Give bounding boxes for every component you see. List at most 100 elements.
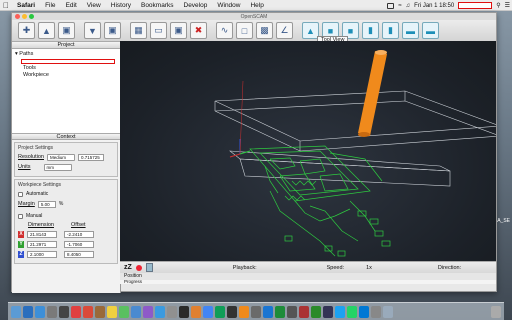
angle-tool-button[interactable]: ∠ bbox=[276, 22, 293, 39]
messages-icon[interactable] bbox=[119, 305, 129, 318]
finder-icon[interactable] bbox=[11, 305, 21, 318]
menu-edit[interactable]: Edit bbox=[61, 2, 82, 9]
toggle-tool-button[interactable]: ▭ bbox=[150, 22, 167, 39]
excel-icon[interactable] bbox=[275, 305, 285, 318]
tree-item-workpiece[interactable]: Workpiece bbox=[15, 72, 117, 79]
view-left-button[interactable]: ▮ bbox=[362, 22, 379, 39]
menu-history[interactable]: History bbox=[106, 2, 136, 9]
battery-icon[interactable] bbox=[387, 2, 395, 9]
contacts-icon[interactable] bbox=[95, 305, 105, 318]
notes-icon[interactable] bbox=[107, 305, 117, 318]
record-button[interactable] bbox=[135, 264, 142, 271]
automatic-radio[interactable] bbox=[18, 191, 23, 197]
view-top-button[interactable]: ▬ bbox=[402, 22, 419, 39]
floppy-disk-icon: ▣ bbox=[62, 25, 71, 35]
y-offset-field[interactable]: -1.7060 bbox=[64, 240, 94, 248]
twitter-icon[interactable] bbox=[335, 305, 345, 318]
project-header: Project bbox=[12, 42, 120, 49]
redacted-user-box bbox=[458, 2, 493, 9]
zoom-window-button[interactable] bbox=[29, 14, 34, 19]
z-offset-field[interactable]: 8.4050 bbox=[64, 250, 94, 258]
skype-icon[interactable] bbox=[359, 305, 369, 318]
view-right-button[interactable]: ▮ bbox=[382, 22, 399, 39]
bbox-view-button[interactable]: □ bbox=[236, 22, 253, 39]
notification-center-icon[interactable]: ☰ bbox=[505, 2, 510, 9]
kicad-icon[interactable] bbox=[311, 305, 321, 318]
firefox-icon[interactable] bbox=[191, 305, 201, 318]
manual-radio[interactable] bbox=[18, 213, 23, 219]
x-dimension-field[interactable]: 21.8143 bbox=[27, 230, 57, 238]
export-icon: ▼ bbox=[88, 25, 97, 36]
resolution-number-field[interactable]: 0.715725 bbox=[78, 153, 104, 161]
clock[interactable]: Fri Jan 1 18:50 bbox=[414, 3, 454, 9]
trash-icon[interactable] bbox=[491, 305, 501, 318]
surface-view-button[interactable]: ▩ bbox=[256, 22, 273, 39]
activity-monitor-icon[interactable] bbox=[227, 305, 237, 318]
openscam-icon[interactable] bbox=[239, 305, 249, 318]
save-file-button[interactable]: ▣ bbox=[58, 22, 75, 39]
minimize-window-button[interactable] bbox=[22, 14, 27, 19]
new-file-button[interactable]: ✚ bbox=[18, 22, 35, 39]
x-offset-field[interactable]: -2.2410 bbox=[64, 230, 94, 238]
tree-item-paths[interactable]: ▾ Paths bbox=[15, 51, 117, 58]
open-file-button[interactable]: ▲ bbox=[38, 22, 55, 39]
apple-icon[interactable]:  bbox=[0, 1, 12, 10]
playback-label: Playback: bbox=[232, 264, 257, 271]
safari-icon[interactable] bbox=[35, 305, 45, 318]
cube-front-icon: ■ bbox=[327, 25, 334, 36]
menu-help[interactable]: Help bbox=[245, 2, 268, 9]
resolution-select[interactable]: Medium bbox=[47, 153, 75, 161]
word-icon[interactable] bbox=[263, 305, 273, 318]
appstore-icon[interactable] bbox=[155, 305, 165, 318]
y-dimension-field[interactable]: 21.2971 bbox=[27, 240, 57, 248]
position-bar: Position bbox=[120, 273, 496, 280]
menu-view[interactable]: View bbox=[82, 2, 106, 9]
close-window-button[interactable] bbox=[15, 14, 20, 19]
arduino-icon[interactable] bbox=[287, 305, 297, 318]
acrobat-icon[interactable] bbox=[83, 305, 93, 318]
progress-bar: Progress bbox=[120, 279, 496, 284]
preview-icon[interactable] bbox=[251, 305, 261, 318]
speed-value[interactable]: 1x bbox=[366, 265, 372, 271]
downloads-folder-icon[interactable] bbox=[371, 305, 381, 318]
tree-item-tools[interactable]: Tools bbox=[15, 65, 117, 72]
eagle-icon[interactable] bbox=[299, 305, 309, 318]
margin-field[interactable]: 5.00 bbox=[37, 200, 56, 208]
screenshot-button[interactable]: ▣ bbox=[104, 22, 121, 39]
3d-viewport[interactable] bbox=[120, 41, 496, 273]
toggle-wire-button[interactable]: ▦ bbox=[130, 22, 147, 39]
settings-icon[interactable] bbox=[167, 305, 177, 318]
menu-develop[interactable]: Develop bbox=[179, 2, 213, 9]
toggle-workpiece-button[interactable]: ▣ bbox=[170, 22, 187, 39]
launchpad-icon[interactable] bbox=[23, 305, 33, 318]
spotlight-icon[interactable]: ⚲ bbox=[496, 2, 500, 9]
mail-icon[interactable] bbox=[131, 305, 141, 318]
z-dimension-field[interactable]: 2.1000 bbox=[27, 250, 57, 258]
menu-file[interactable]: File bbox=[40, 2, 60, 9]
sheets-icon[interactable] bbox=[215, 305, 225, 318]
play-pause-button[interactable] bbox=[145, 263, 153, 272]
view-bottom-button[interactable]: ▬ bbox=[422, 22, 439, 39]
units-select[interactable]: mm bbox=[43, 163, 72, 171]
export-button[interactable]: ▼ bbox=[84, 22, 101, 39]
whatsapp-icon[interactable] bbox=[347, 305, 357, 318]
path-view-button[interactable]: ∿ bbox=[216, 22, 233, 39]
menu-window[interactable]: Window bbox=[212, 2, 245, 9]
tree-selected-item-redacted[interactable] bbox=[21, 59, 115, 64]
chrome-icon[interactable] bbox=[203, 305, 213, 318]
volume-icon[interactable]: ♫ bbox=[406, 3, 411, 9]
clear-button[interactable]: ✖ bbox=[190, 22, 207, 39]
documents-folder-icon[interactable] bbox=[383, 305, 393, 318]
playback-bar: zZ Playback: Speed: 1x Direction: bbox=[120, 261, 496, 273]
xcode-icon[interactable] bbox=[179, 305, 189, 318]
menu-bookmarks[interactable]: Bookmarks bbox=[136, 2, 179, 9]
calendar-icon[interactable] bbox=[71, 305, 81, 318]
terminal-icon[interactable] bbox=[59, 305, 69, 318]
wifi-icon[interactable]: ≈ bbox=[398, 3, 401, 9]
direction-label: Direction: bbox=[437, 264, 462, 271]
itunes-icon[interactable] bbox=[143, 305, 153, 318]
zoom-fit-button[interactable]: zZ bbox=[124, 264, 132, 271]
menu-app-name[interactable]: Safari bbox=[12, 2, 40, 9]
photos-icon[interactable] bbox=[47, 305, 57, 318]
vlc-icon[interactable] bbox=[323, 305, 333, 318]
